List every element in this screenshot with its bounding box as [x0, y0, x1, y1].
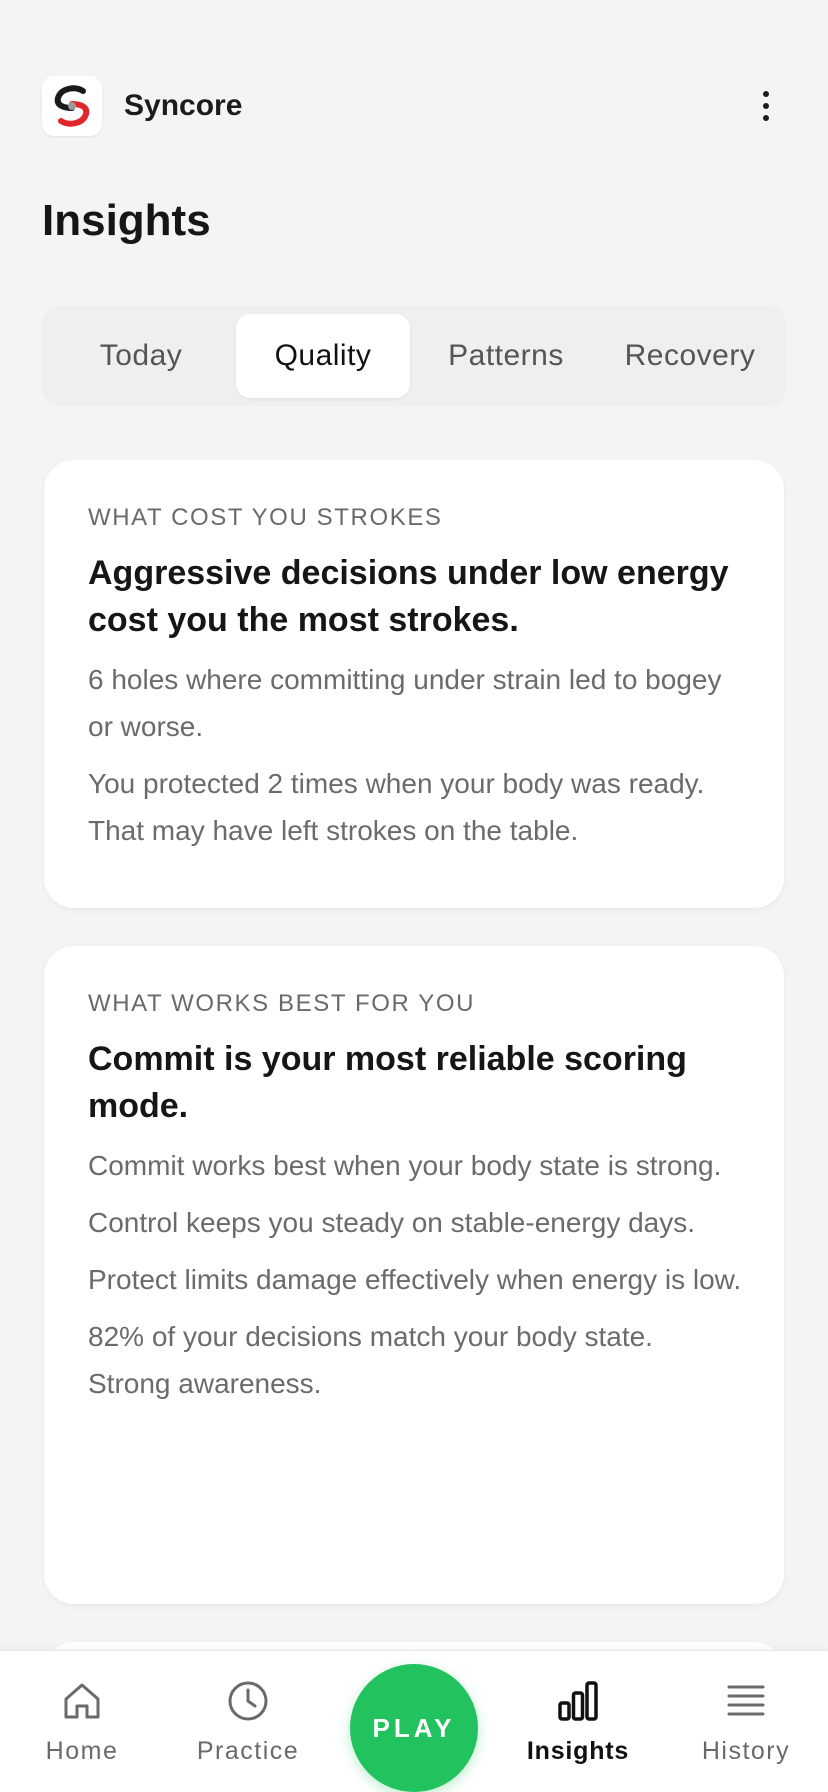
- card-insight-line: Control keeps you steady on stable-energ…: [88, 1207, 696, 1238]
- page-title: Insights: [42, 196, 211, 245]
- nav-home-label: Home: [45, 1737, 119, 1765]
- nav-history-label: History: [701, 1737, 791, 1765]
- list-icon: [722, 1677, 770, 1725]
- works-best-card: WHAT WORKS BEST FOR YOU Commit is your m…: [44, 946, 784, 1604]
- bar-chart-icon: [554, 1677, 602, 1725]
- card-headline: Commit is your most reliable scoring mod…: [88, 1040, 687, 1125]
- card-insight-line: You protected 2 times when your body was…: [88, 768, 705, 846]
- cost-strokes-card: WHAT COST YOU STROKES Aggressive decisio…: [44, 460, 784, 908]
- home-icon: [58, 1677, 106, 1725]
- tab-quality[interactable]: Quality: [236, 314, 410, 398]
- insights-screen: Syncore Insights Today Quality Patterns …: [0, 0, 828, 1792]
- clock-icon: [224, 1677, 272, 1725]
- card-insight-line: Protect limits damage effectively when e…: [88, 1264, 742, 1295]
- syncore-logo: [42, 76, 102, 136]
- play-button[interactable]: PLAY: [350, 1664, 478, 1792]
- tab-today[interactable]: Today: [46, 314, 236, 398]
- nav-insights[interactable]: Insights: [508, 1677, 648, 1777]
- card-insight-line: 6 holes where committing under strain le…: [88, 664, 722, 742]
- insights-tabs: Today Quality Patterns Recovery: [42, 306, 786, 406]
- card-eyebrow: WHAT WORKS BEST FOR YOU: [88, 990, 476, 1017]
- nav-insights-label: Insights: [526, 1737, 630, 1765]
- tab-recovery[interactable]: Recovery: [602, 314, 778, 398]
- nav-practice[interactable]: Practice: [178, 1677, 318, 1777]
- more-options-icon[interactable]: [746, 76, 786, 136]
- tab-patterns[interactable]: Patterns: [410, 314, 602, 398]
- app-header: Syncore: [42, 76, 786, 136]
- card-insight-line: 82% of your decisions match your body st…: [88, 1321, 653, 1399]
- card-eyebrow: WHAT COST YOU STROKES: [88, 504, 443, 531]
- card-headline: Aggressive decisions under low energy co…: [88, 554, 729, 639]
- nav-home[interactable]: Home: [12, 1677, 152, 1777]
- card-insight-line: Commit works best when your body state i…: [88, 1150, 722, 1181]
- nav-practice-label: Practice: [196, 1737, 300, 1765]
- nav-history[interactable]: History: [676, 1677, 816, 1777]
- app-name: Syncore: [124, 89, 243, 122]
